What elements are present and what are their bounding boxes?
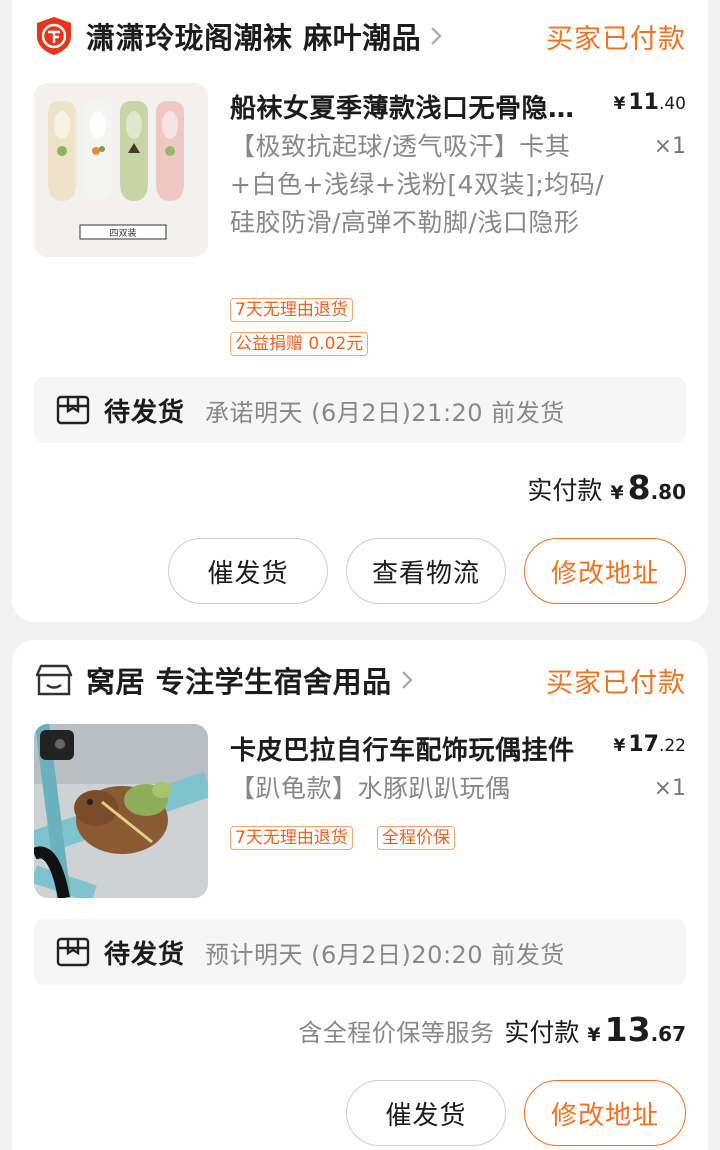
shop-name[interactable]: 窝居 专注学生宿舍用品 (86, 659, 392, 701)
order-status: 买家已付款 (546, 667, 686, 699)
price-decimal: .40 (658, 94, 686, 114)
order-card: 潇潇玲珑阁潮袜 麻叶潮品 买家已付款 四双装 船袜女夏季薄款浅口无骨隐形袜 ¥ … (12, 0, 708, 622)
view-logistics-button[interactable]: 查看物流 (346, 538, 506, 604)
shipping-status-box[interactable]: 待发货 预计明天 (6月2日)20:20 前发货 (34, 919, 686, 985)
product-thumbnail[interactable] (34, 724, 208, 898)
shipping-label: 待发货 (104, 397, 186, 428)
tag-price-protection: 全程价保 (377, 826, 455, 850)
payment-label: 实付款 (527, 476, 603, 505)
shop-header[interactable]: 潇潇玲珑阁潮袜 麻叶潮品 买家已付款 (34, 6, 686, 66)
shop-header[interactable]: 窝居 专注学生宿舍用品 买家已付款 (34, 650, 686, 710)
payment-currency: ¥ (610, 482, 624, 504)
product-thumbnail[interactable]: 四双装 (34, 83, 208, 257)
change-address-button[interactable]: 修改地址 (524, 538, 686, 604)
payment-label: 实付款 (504, 1018, 580, 1047)
thumb-caption: 四双装 (109, 227, 136, 239)
product-quantity: ×1 (653, 776, 686, 801)
urge-shipping-button[interactable]: 催发货 (168, 538, 328, 604)
price-currency: ¥ (613, 94, 626, 114)
product-price: ¥17.22 (613, 732, 686, 757)
product-title[interactable]: 卡皮巴拉自行车配饰玩偶挂件 (230, 730, 590, 767)
shipping-label: 待发货 (104, 939, 186, 970)
price-currency: ¥ (613, 736, 626, 756)
shield-qi-icon (34, 16, 74, 56)
package-icon (56, 395, 90, 425)
urge-shipping-button[interactable]: 催发货 (346, 1080, 506, 1146)
tag-charity: 公益捐赠 0.02元 (230, 332, 369, 356)
tag-free-return: 7天无理由退货 (230, 298, 353, 322)
payment-integer: 13 (604, 1010, 651, 1049)
payment-integer: 8 (627, 468, 651, 507)
product-title[interactable]: 船袜女夏季薄款浅口无骨隐形袜 (230, 88, 590, 125)
chevron-right-icon (400, 668, 420, 692)
payment-currency: ¥ (587, 1024, 601, 1046)
order-card: 窝居 专注学生宿舍用品 买家已付款 卡皮巴拉自行车配饰玩偶挂件 ¥17.22 ×… (12, 640, 708, 1150)
payment-service-note: 含全程价保等服务 (298, 1019, 495, 1047)
change-address-button[interactable]: 修改地址 (524, 1080, 686, 1146)
price-integer: 17 (628, 732, 659, 757)
payment-summary: 实付款 ¥ 8 .80 (527, 468, 686, 507)
order-status: 买家已付款 (546, 23, 686, 55)
chevron-right-icon (429, 24, 449, 48)
product-spec: 【趴龟款】水豚趴趴玩偶 (230, 774, 511, 803)
shipping-status-box[interactable]: 待发货 承诺明天 (6月2日)21:20 前发货 (34, 377, 686, 443)
price-integer: 11 (628, 90, 659, 115)
payment-decimal: .67 (650, 1022, 686, 1046)
product-price: ¥11.40 (613, 90, 686, 115)
price-decimal: .22 (658, 736, 686, 756)
product-quantity: ×1 (653, 134, 686, 159)
payment-decimal: .80 (650, 480, 686, 504)
product-spec: 【极致抗起球/透气吸汗】卡其+白色+浅绿+浅粉[4双装];均码/硅胶防滑/高弹不… (230, 132, 605, 237)
shipping-eta: 承诺明天 (6月2日)21:20 前发货 (205, 398, 565, 427)
tag-free-return: 7天无理由退货 (230, 826, 353, 850)
shop-name[interactable]: 潇潇玲珑阁潮袜 麻叶潮品 (86, 15, 421, 57)
shipping-eta: 预计明天 (6月2日)20:20 前发货 (205, 940, 565, 969)
package-icon (56, 937, 90, 967)
store-icon (34, 660, 74, 700)
payment-summary: 含全程价保等服务 实付款 ¥ 13 .67 (298, 1010, 686, 1049)
